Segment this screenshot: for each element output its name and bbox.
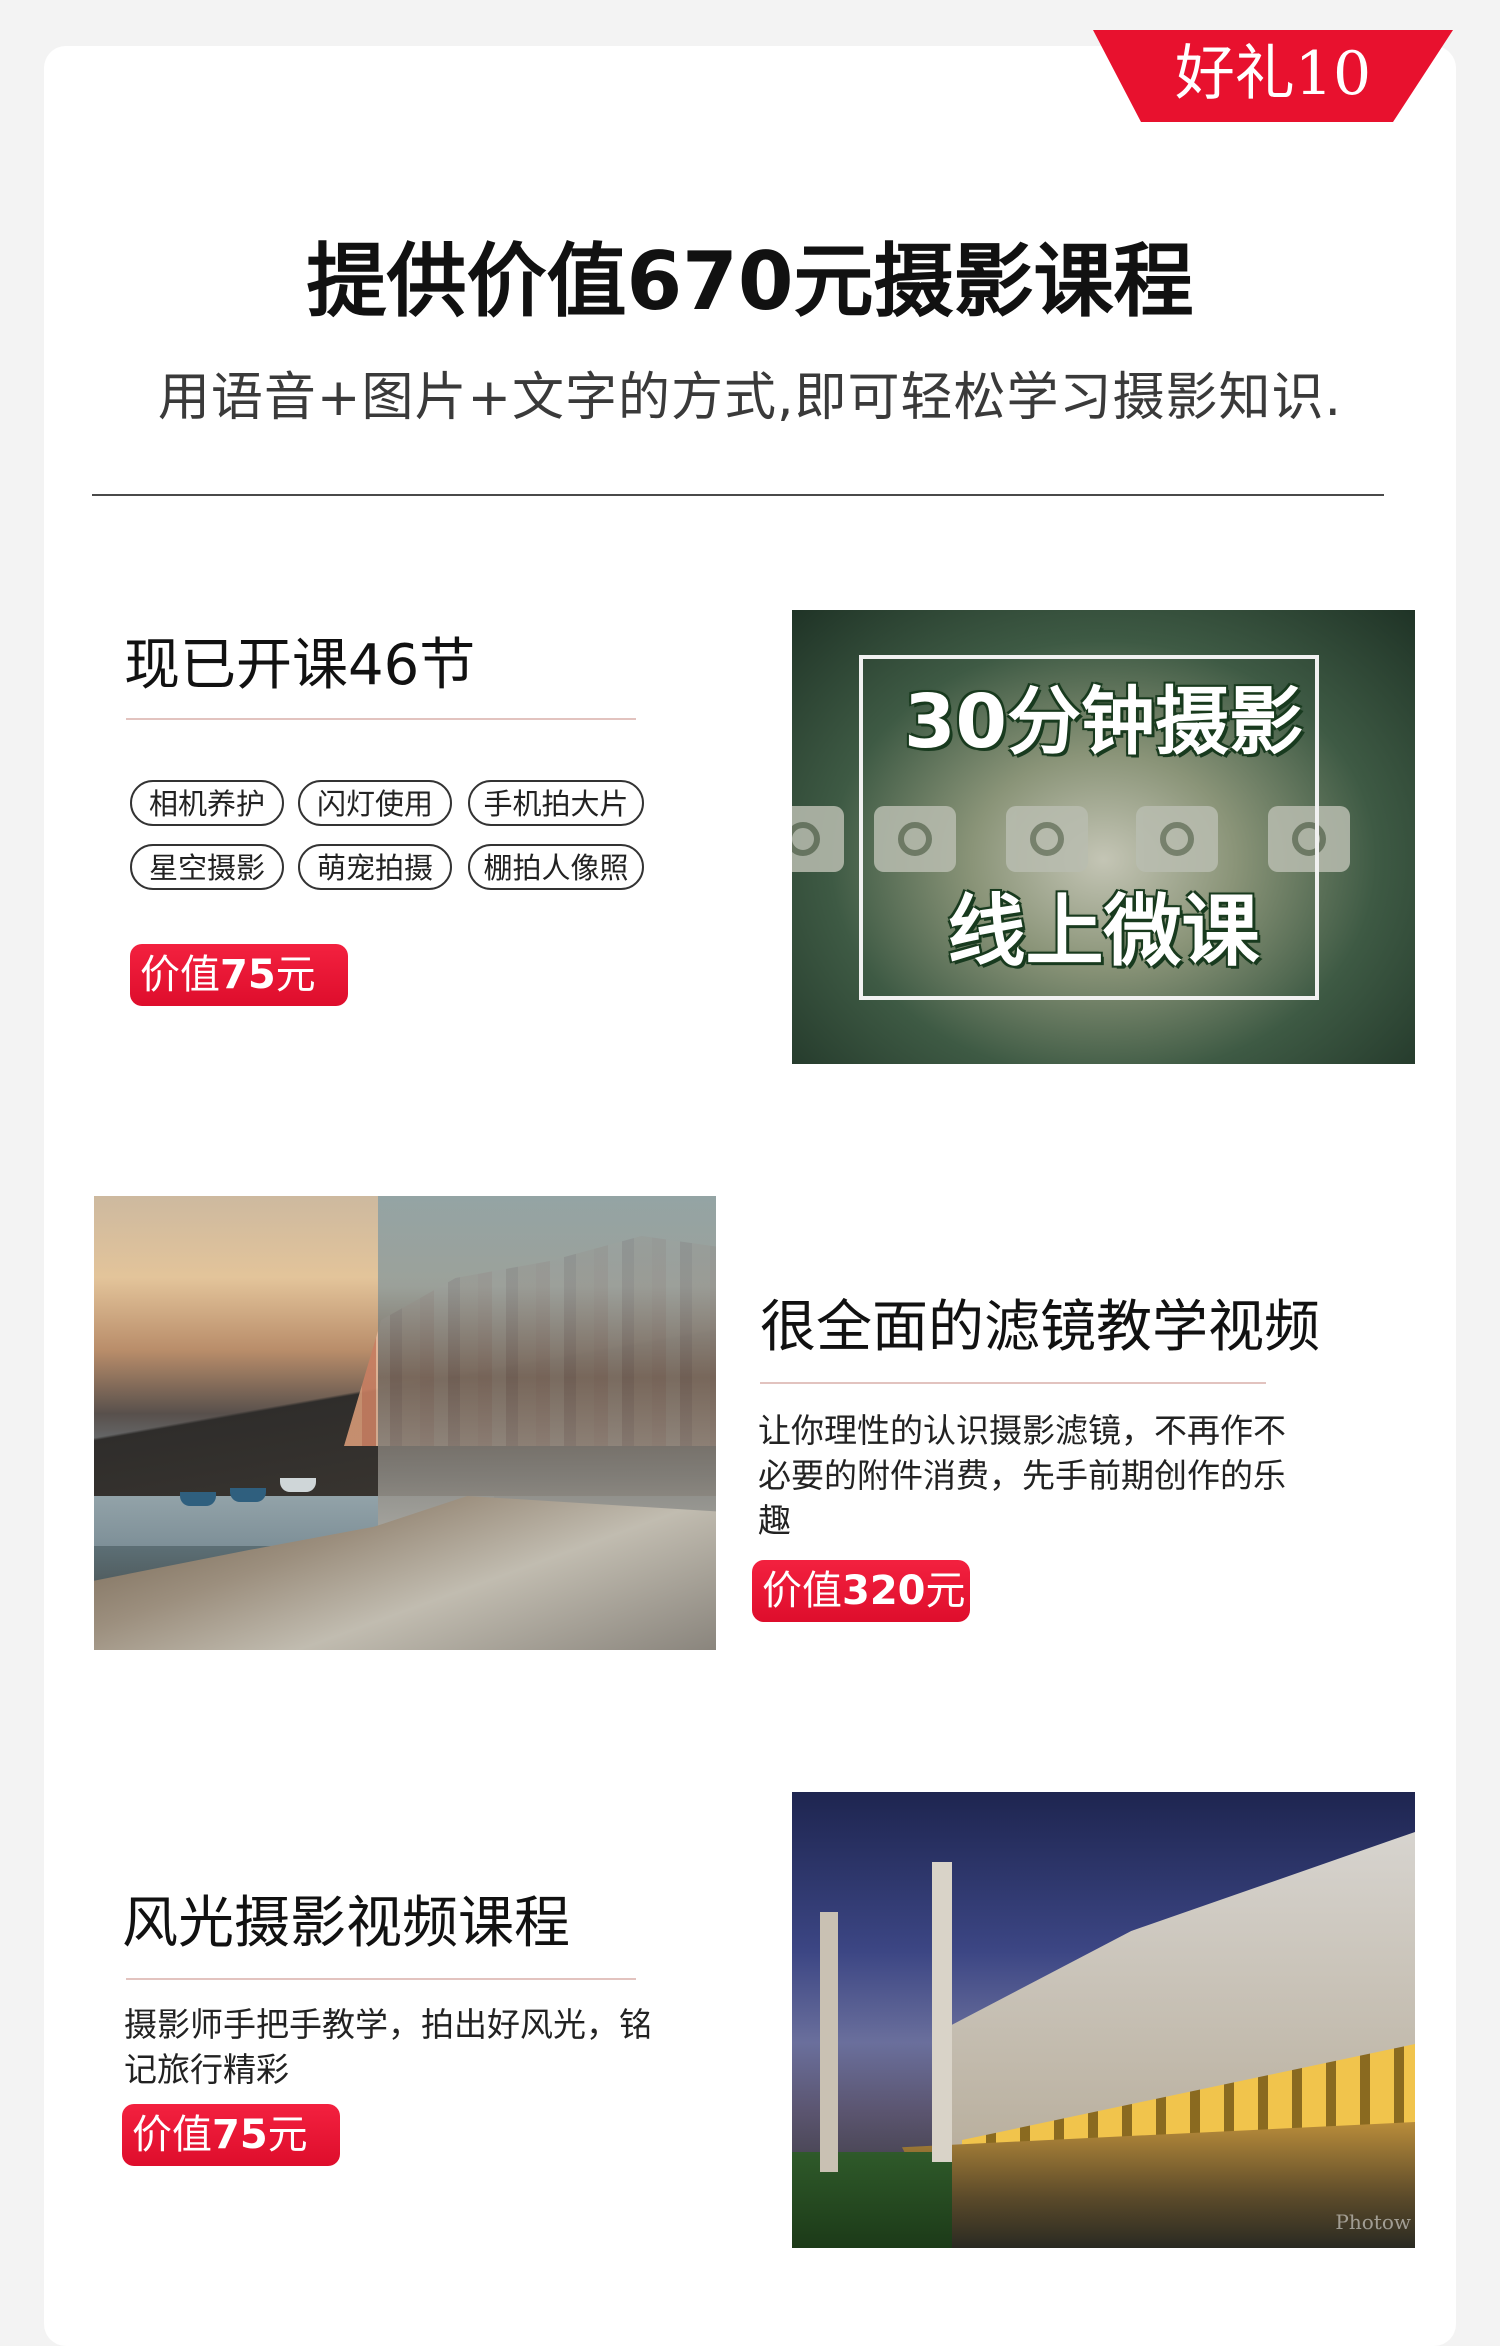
price-amount: 320 [842,1568,926,1614]
tag-phone-photos: 手机拍大片 [468,780,644,826]
boat [280,1478,316,1492]
section-title-courses: 现已开课46节 [124,633,476,698]
boat [230,1488,266,1502]
section-description: 让你理性的认识摄影滤镜，不再作不必要的附件消费，先手前期创作的乐趣 [758,1411,1286,1540]
poster-title: 30分钟摄影 [904,679,1303,765]
price-prefix: 价值 [762,1568,842,1614]
price-amount: 75 [212,2112,268,2158]
filter-comparison-image [94,1196,716,1650]
minaret [932,1862,952,2162]
boat [180,1492,216,1506]
minaret [820,1912,838,2172]
tag-flash-usage: 闪灯使用 [298,780,452,826]
camera-icon [792,806,844,872]
tag-star-photography: 星空摄影 [130,844,284,890]
price-amount: 75 [220,952,276,998]
lawn [792,2152,952,2248]
header-divider [92,494,1384,496]
section-divider [760,1382,1266,1384]
mosque-landscape-image: Photow [792,1792,1415,2248]
section-title-filters: 很全面的滤镜教学视频 [760,1295,1320,1360]
price-badge: 价值320元 [752,1560,970,1622]
section-divider [126,1978,636,1980]
price-badge: 价值75元 [122,2104,340,2166]
poster-subtitle: 线上微课 [947,887,1260,977]
price-suffix: 元 [267,2112,308,2158]
price-badge: 价值75元 [130,944,348,1006]
tag-camera-care: 相机养护 [130,780,284,826]
section-description: 摄影师手把手教学，拍出好风光，铭记旅行精彩 [124,2005,652,2089]
image-watermark: Photow [1335,2210,1411,2234]
badge-label: 好礼10 [1174,39,1372,109]
price-suffix: 元 [925,1568,966,1614]
section-divider [126,718,636,720]
price-prefix: 价值 [140,952,220,998]
price-suffix: 元 [275,952,316,998]
section-title-landscape: 风光摄影视频课程 [122,1891,570,1956]
gift-badge: 好礼10 [1093,26,1453,124]
page-title: 提供价值670元摄影课程 [306,235,1194,328]
tag-pet-photography: 萌宠拍摄 [298,844,452,890]
price-prefix: 价值 [132,2112,212,2158]
tag-studio-portrait: 棚拍人像照 [468,844,644,890]
course-poster-image: 30分钟摄影 线上微课 [792,610,1415,1064]
page-subtitle: 用语音+图片+文字的方式,即可轻松学习摄影知识. [157,368,1343,428]
